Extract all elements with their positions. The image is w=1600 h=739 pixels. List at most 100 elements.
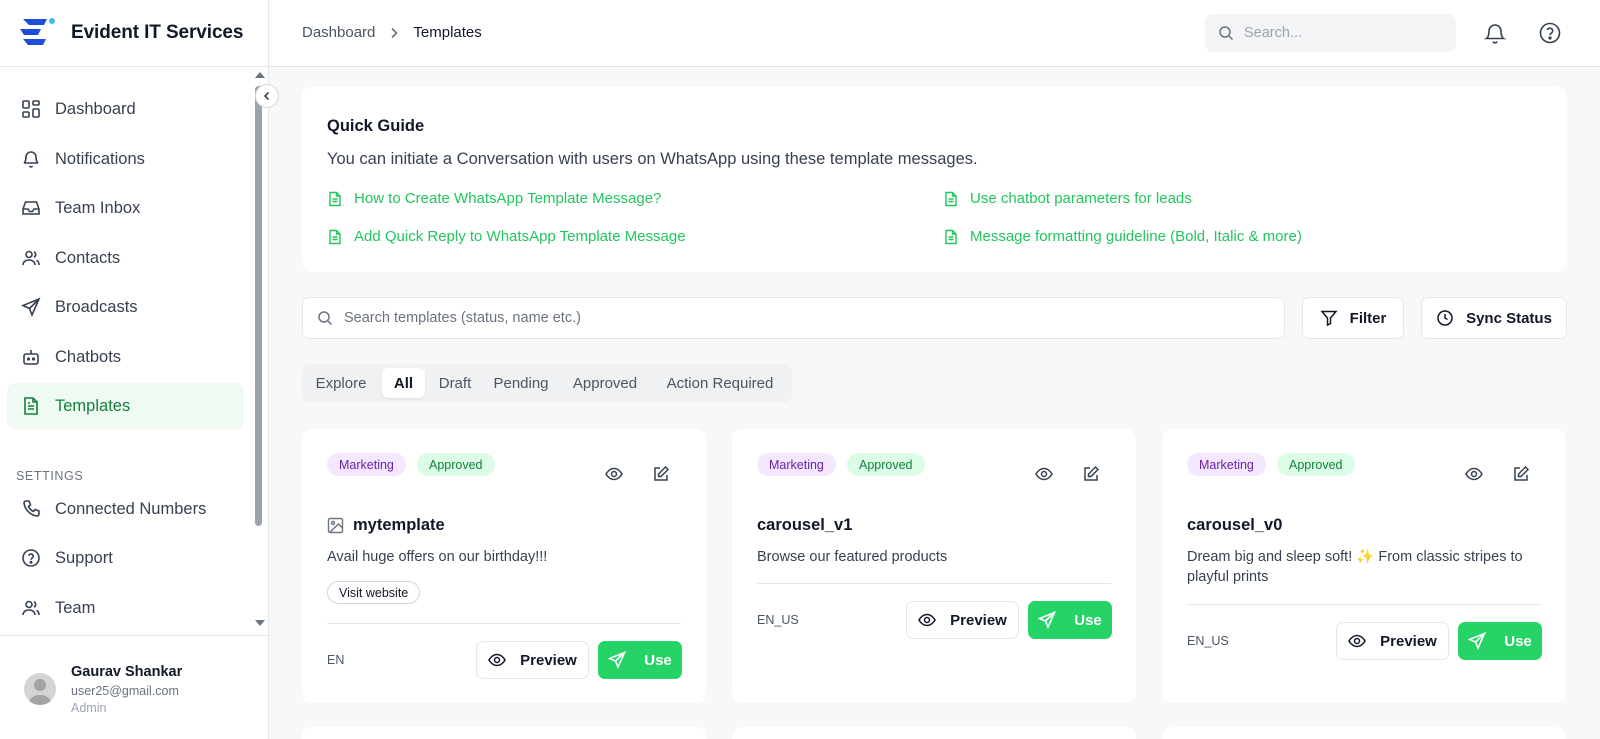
use-label: Use [1074, 611, 1102, 629]
search-icon [318, 311, 333, 326]
eye-icon [1348, 634, 1366, 648]
preview-label: Preview [520, 651, 577, 669]
global-search[interactable] [1205, 14, 1456, 52]
sidebar-item-label: Broadcasts [55, 297, 138, 316]
template-tabs: Explore All Draft Pending Approved Actio… [302, 364, 792, 402]
use-button[interactable]: Use [1028, 601, 1112, 639]
use-button[interactable]: Use [1458, 622, 1542, 660]
guide-link-label: Message formatting guideline (Bold, Ital… [970, 228, 1302, 245]
eye-icon[interactable] [1035, 465, 1053, 483]
status-badge: Approved [1277, 453, 1355, 476]
template-description: Avail huge offers on our birthday!!! [327, 549, 548, 565]
sidebar-item-support[interactable]: Support [7, 535, 244, 581]
template-search-input[interactable] [344, 310, 1244, 326]
sidebar-item-team-inbox[interactable]: Team Inbox [7, 185, 244, 231]
sidebar-item-chatbots[interactable]: Chatbots [7, 334, 244, 380]
sidebar-item-label: Dashboard [55, 99, 136, 118]
eye-icon[interactable] [1465, 465, 1483, 483]
preview-button[interactable]: Preview [476, 641, 589, 679]
preview-label: Preview [950, 611, 1007, 629]
scroll-up-arrow-icon[interactable] [255, 72, 265, 78]
global-search-input[interactable] [1244, 25, 1444, 41]
document-icon [945, 229, 957, 244]
eye-icon [488, 653, 506, 667]
chevron-right-icon [391, 27, 399, 38]
sidebar-item-templates[interactable]: Templates [7, 383, 244, 429]
template-card: Marketing Approved mytemplate Avail huge… [302, 429, 706, 703]
settings-section-label: SETTINGS [16, 469, 84, 483]
template-card: Marketing Approved carousel_v0 Dream big… [1162, 429, 1566, 703]
help-icon [22, 549, 40, 567]
bell-icon [23, 151, 39, 168]
template-language: EN_US [757, 613, 799, 627]
tab-all[interactable]: All [382, 368, 425, 398]
search-icon [1219, 26, 1234, 41]
card-divider [757, 583, 1111, 584]
guide-link-label: Add Quick Reply to WhatsApp Template Mes… [354, 228, 686, 245]
tab-draft[interactable]: Draft [430, 368, 480, 398]
bell-icon[interactable] [1483, 21, 1507, 45]
sidebar-item-broadcasts[interactable]: Broadcasts [7, 284, 244, 330]
brand[interactable]: Evident IT Services [0, 0, 268, 67]
guide-link-chatbot-parameters[interactable]: Use chatbot parameters for leads [943, 190, 1192, 207]
template-name: carousel_v1 [757, 516, 852, 535]
collapse-sidebar-button[interactable] [255, 84, 279, 108]
sidebar: Evident IT Services Dashboard Notificati… [0, 0, 269, 739]
scroll-down-arrow-icon[interactable] [255, 620, 265, 626]
template-card-partial [302, 727, 706, 739]
sidebar-item-label: Support [55, 548, 113, 567]
visit-website-chip[interactable]: Visit website [327, 581, 421, 604]
use-button[interactable]: Use [598, 641, 682, 679]
guide-link-formatting[interactable]: Message formatting guideline (Bold, Ital… [943, 228, 1302, 245]
guide-link-quick-reply[interactable]: Add Quick Reply to WhatsApp Template Mes… [327, 228, 686, 245]
sync-status-label: Sync Status [1466, 309, 1552, 327]
preview-button[interactable]: Preview [1336, 622, 1449, 660]
status-badge: Approved [847, 453, 925, 476]
tab-explore[interactable]: Explore [307, 368, 375, 398]
template-card: Marketing Approved carousel_v1 Browse ou… [732, 429, 1136, 703]
filter-button[interactable]: Filter [1302, 297, 1404, 339]
breadcrumb-dashboard-link[interactable]: Dashboard [302, 24, 375, 41]
edit-icon[interactable] [1512, 465, 1530, 483]
tab-pending[interactable]: Pending [486, 368, 556, 398]
card-divider [327, 623, 681, 624]
tab-approved[interactable]: Approved [562, 368, 648, 398]
sidebar-item-team[interactable]: Team [7, 585, 244, 631]
edit-icon[interactable] [1082, 465, 1100, 483]
send-icon [21, 297, 41, 317]
template-search[interactable] [302, 297, 1285, 339]
template-description: Browse our featured products [757, 549, 948, 565]
category-badge: Marketing [327, 453, 406, 476]
template-name-text: mytemplate [353, 516, 445, 534]
bot-icon [23, 350, 39, 365]
chevron-left-icon [263, 91, 270, 101]
sidebar-item-dashboard[interactable]: Dashboard [7, 86, 244, 132]
sidebar-item-label: Chatbots [55, 347, 122, 366]
template-name-text: carousel_v0 [1187, 516, 1283, 534]
edit-icon[interactable] [652, 465, 670, 483]
sidebar-scrollbar[interactable] [253, 72, 265, 632]
template-name: mytemplate [327, 516, 445, 535]
sidebar-item-connected-numbers[interactable]: Connected Numbers [7, 486, 244, 532]
users-icon [22, 600, 40, 616]
user-profile[interactable]: Gaurav Shankar user25@gmail.com Admin [0, 635, 269, 739]
eye-icon[interactable] [605, 465, 623, 483]
help-circle-icon[interactable] [1538, 21, 1562, 45]
preview-button[interactable]: Preview [906, 601, 1019, 639]
scroll-thumb[interactable] [255, 86, 262, 526]
sidebar-item-notifications[interactable]: Notifications [7, 136, 244, 182]
template-card-partial [1162, 727, 1566, 739]
grid-icon [22, 100, 40, 118]
guide-link-create-template[interactable]: How to Create WhatsApp Template Message? [327, 190, 661, 207]
top-header: Dashboard Templates [269, 0, 1600, 67]
avatar [24, 673, 56, 705]
document-icon [945, 191, 957, 206]
use-label: Use [1504, 632, 1532, 650]
sidebar-item-label: Connected Numbers [55, 499, 207, 518]
sidebar-item-contacts[interactable]: Contacts [7, 235, 244, 281]
template-description: Dream big and sleep soft! ✨ From classic… [1187, 549, 1523, 585]
tab-action-required[interactable]: Action Required [655, 368, 785, 398]
quick-guide-title: Quick Guide [327, 117, 425, 135]
sync-status-button[interactable]: Sync Status [1421, 297, 1567, 339]
status-badge: Approved [417, 453, 495, 476]
